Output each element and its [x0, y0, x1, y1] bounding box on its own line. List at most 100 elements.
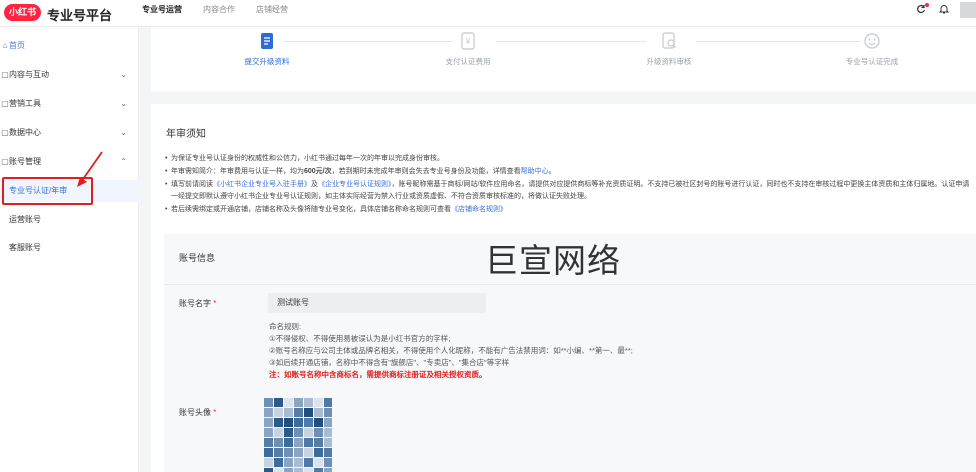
document-icon	[258, 32, 276, 50]
avatar-pixel	[294, 468, 303, 472]
required-mark: *	[213, 299, 217, 308]
notice-item: • 年审需知简介：年审费用与认证一样，均为600元/次，若到期时未完成年审则会失去…	[165, 168, 556, 175]
account-info-section: 账号信息 巨宣网络 账号名字 * 测试账号 命名规则: ①不得侵权、不得使用易被…	[164, 234, 976, 472]
avatar-pixel	[314, 438, 323, 447]
avatar-pixel	[294, 428, 303, 437]
avatar-pixel	[314, 468, 323, 472]
annual-review-card: 年审须知 • 为保证专业号认证身份的权威性和公信力，小红书通过每年一次的年审以完成…	[151, 104, 976, 472]
sidebar-item-ops-account[interactable]: 运营账号	[0, 209, 139, 231]
notice-text: 。	[548, 168, 556, 175]
chevron-down-icon: ⌄	[120, 99, 127, 108]
step-complete: 专业号认证完成	[812, 27, 932, 67]
step-label: 支付认证费用	[445, 57, 491, 66]
avatar-pixel	[304, 408, 313, 417]
avatar-pixel	[324, 428, 332, 437]
notice-text: ，若到期时未完成年审则会失去专业号身份及功能，详情查看	[331, 168, 521, 175]
account-name-label: 账号名字 *	[179, 298, 216, 309]
notice-text: 为保证专业号认证身份的权威性和公信力，小红书通过每年一次的年审以完成身份审核。	[171, 155, 444, 162]
avatar-pixel	[324, 438, 332, 447]
step-payment: ¥ 支付认证费用	[408, 27, 528, 67]
user-avatar[interactable]	[960, 2, 976, 18]
avatar-pixel	[264, 398, 273, 407]
watermark-text: 巨宣网络	[485, 241, 621, 280]
sidebar-item-marketing[interactable]: ▢ 营销工具 ⌄	[0, 93, 139, 115]
avatar-pixel	[264, 428, 273, 437]
annotation-arrow	[77, 151, 103, 187]
avatar-pixel	[304, 438, 313, 447]
step-review: 升级资料审核	[609, 27, 729, 67]
avatar-pixel	[294, 438, 303, 447]
naming-rule-line: ①不得侵权、不得使用易被误认为是小红书官方的字样;	[269, 334, 451, 343]
naming-rule-line: ③如后续开通店铺，名称中不得含有"旗舰店"、"专卖店"、"集合店"等字样	[269, 358, 510, 367]
avatar-pixel	[284, 398, 293, 407]
avatar-pixel	[284, 428, 293, 437]
avatar-pixel	[304, 418, 313, 427]
avatar-pixel	[274, 408, 283, 417]
avatar-pixel	[274, 428, 283, 437]
sidebar-item-service-account[interactable]: 客服账号	[0, 237, 139, 259]
sidebar-item-label: 客服账号	[9, 243, 41, 252]
topnav-content-collab[interactable]: 内容合作	[203, 0, 235, 27]
avatar-pixel	[324, 448, 332, 457]
bell-icon[interactable]	[938, 4, 950, 16]
price-text: 600元/次	[304, 168, 332, 175]
enterprise-manual-link[interactable]: 《小红书企业专业号入驻手册》	[213, 181, 311, 188]
avatar-pixel	[304, 398, 313, 407]
topnav-store-ops[interactable]: 店铺经营	[256, 0, 288, 27]
avatar-pixel	[294, 398, 303, 407]
field-label-text: 账号头像	[179, 408, 211, 417]
avatar-pixel	[264, 438, 273, 447]
store-naming-rules-link[interactable]: 《店铺命名规则》	[451, 206, 507, 213]
annual-review-title: 年审须知	[166, 129, 206, 140]
xiaohongshu-logo[interactable]: 小红书	[4, 4, 41, 21]
avatar-pixel	[314, 458, 323, 467]
sidebar-item-label: 首页	[9, 41, 25, 50]
avatar-pixel	[274, 418, 283, 427]
avatar-pixel	[264, 418, 273, 427]
home-icon: ⌂	[2, 41, 8, 50]
content-icon: ▢	[1, 70, 9, 79]
sidebar-item-data[interactable]: ▢ 数据中心 ⌄	[0, 122, 139, 144]
avatar-pixel	[314, 428, 323, 437]
avatar-pixel	[274, 448, 283, 457]
notice-text: 若后续需绑定或开通店铺，店铺名称及头像将随专业号变化，具体店铺名称命名规则可查看	[171, 206, 451, 213]
notice-text: 及	[311, 181, 318, 188]
sidebar: ⌂ 首页 ▢ 内容与互动 ⌄ ▢ 营销工具 ⌄ ▢ 数据中心 ⌄ ▢ 账号管理 …	[0, 27, 139, 472]
notice-item: • 若后续需绑定或开通店铺，店铺名称及头像将随专业号变化，具体店铺名称命名规则可查…	[165, 206, 507, 213]
sidebar-item-label: 账号管理	[9, 157, 41, 166]
naming-rule-line: 命名规则:	[269, 322, 302, 331]
progress-steps: 提交升级资料 ¥ 支付认证费用 升级资料审核 专业号认证完成	[151, 27, 976, 91]
sidebar-item-account[interactable]: ▢ 账号管理 ⌃	[0, 151, 139, 173]
notice-item: • 为保证专业号认证身份的权威性和公信力，小红书通过每年一次的年审以完成身份审核。	[165, 155, 444, 162]
field-label-text: 账号名字	[179, 299, 211, 308]
avatar-pixel	[304, 428, 313, 437]
step-label: 升级资料审核	[646, 57, 692, 66]
notification-dot	[925, 3, 929, 7]
required-mark: *	[213, 408, 217, 417]
avatar-pixel	[324, 398, 332, 407]
avatar-pixel	[284, 438, 293, 447]
avatar-pixel	[304, 468, 313, 472]
chevron-down-icon: ⌄	[120, 128, 127, 137]
step-label: 专业号认证完成	[845, 57, 899, 66]
sidebar-item-home[interactable]: ⌂ 首页	[0, 35, 139, 57]
avatar-pixel	[304, 448, 313, 457]
avatar-pixel	[294, 408, 303, 417]
avatar-pixel	[294, 448, 303, 457]
account-avatar-image[interactable]	[264, 398, 332, 472]
trademark-warning: 注：如账号名称中含商标名，需提供商标注册证及相关授权资质。	[269, 370, 487, 379]
avatar-pixel	[314, 448, 323, 457]
certification-rules-link[interactable]: 《企业专业号认证规则》	[318, 181, 392, 188]
sidebar-item-content[interactable]: ▢ 内容与互动 ⌄	[0, 64, 139, 86]
avatar-pixel	[324, 418, 332, 427]
sidebar-item-label: 内容与互动	[9, 70, 49, 79]
avatar-pixel	[314, 418, 323, 427]
help-center-link[interactable]: 帮助中心	[521, 168, 549, 175]
account-info-title: 账号信息	[179, 253, 216, 263]
account-avatar-label: 账号头像 *	[179, 407, 216, 418]
avatar-pixel	[314, 398, 323, 407]
notice-text: 填写前请阅读	[171, 181, 213, 188]
avatar-pixel	[274, 458, 283, 467]
topnav-professional-ops[interactable]: 专业号运营	[142, 0, 182, 27]
account-name-input[interactable]: 测试账号	[268, 293, 486, 313]
